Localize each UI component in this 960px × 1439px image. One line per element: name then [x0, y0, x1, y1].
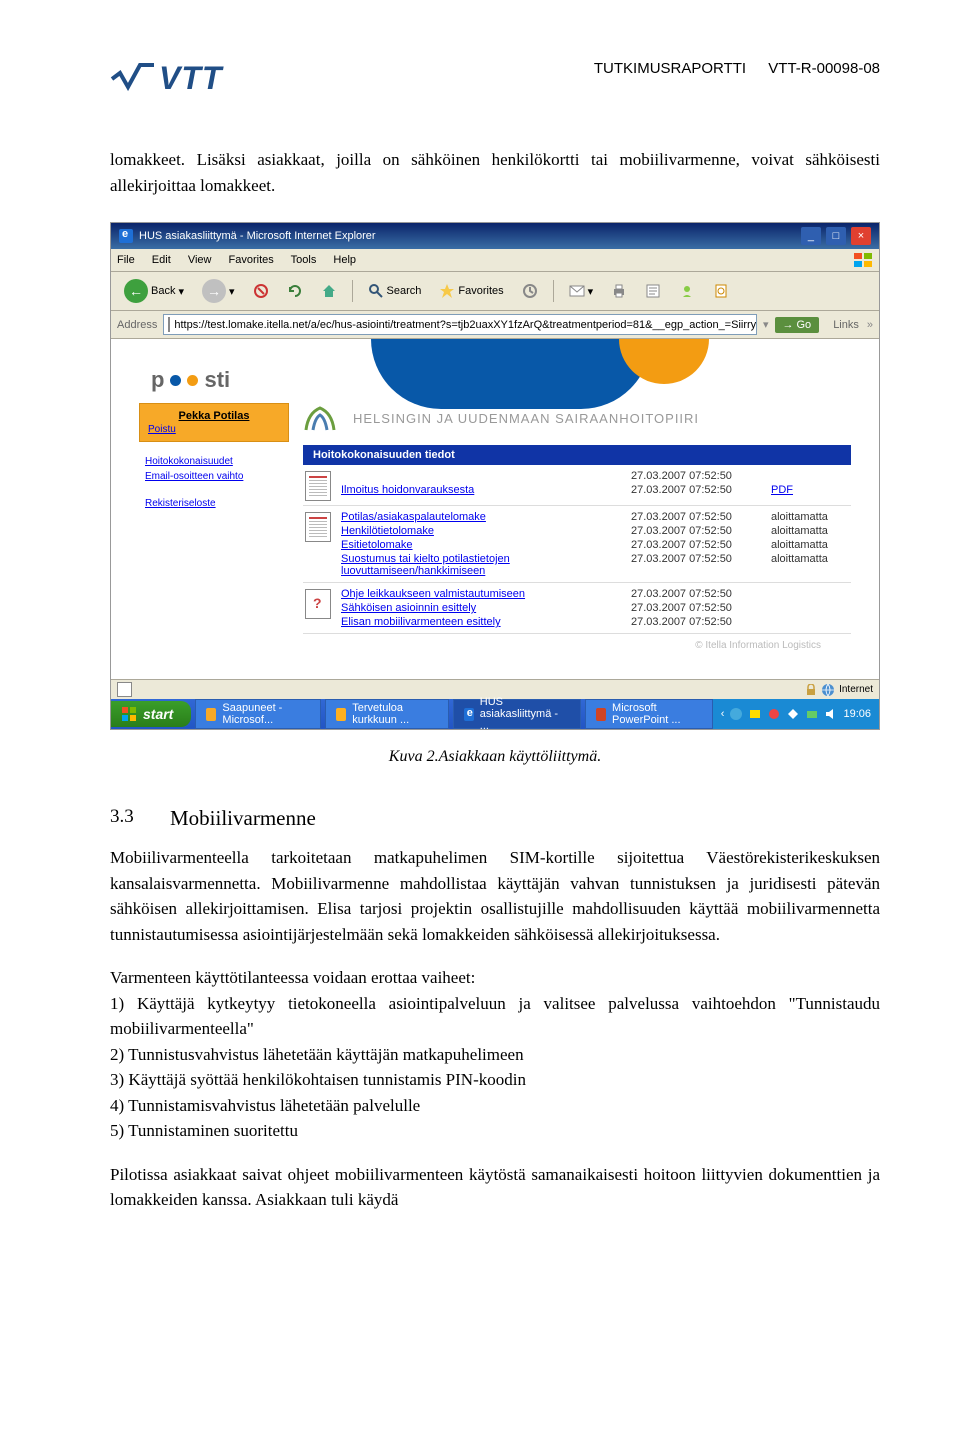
hus-title: HELSINGIN JA UUDENMAAN SAIRAANHOITOPIIRI — [353, 411, 699, 426]
back-button[interactable]: ← Back ▾ — [117, 276, 191, 306]
link-elisa[interactable]: Elisan mobiilivarmenteen esittely — [341, 616, 631, 628]
user-box: Pekka Potilas Poistu — [139, 403, 289, 442]
link-potilas[interactable]: Potilas/asiakaspalautelomake — [341, 511, 631, 523]
menu-file[interactable]: File — [117, 254, 135, 266]
body-step4: 4) Tunnistamisvahvistus lähetetään palve… — [110, 1093, 880, 1119]
stop-button[interactable] — [246, 280, 276, 302]
refresh-button[interactable] — [280, 280, 310, 302]
body-p2: Varmenteen käyttötilanteessa voidaan ero… — [110, 965, 880, 991]
lock-icon — [805, 684, 817, 696]
section-heading: 3.3 Mobiilivarmenne — [110, 806, 880, 831]
messenger-button[interactable] — [672, 280, 702, 302]
system-tray: ‹ 19:06 — [713, 699, 879, 729]
window-buttons: _ □ × — [799, 227, 871, 245]
link-ohje[interactable]: Ohje leikkaukseen valmistautumiseen — [341, 588, 631, 600]
link-sahkoisen[interactable]: Sähköisen asioinnin esittely — [341, 602, 631, 614]
body-step3: 3) Käyttäjä syöttää henkilökohtaisen tun… — [110, 1067, 880, 1093]
sidelink-rekisteri[interactable]: Rekisteriseloste — [145, 498, 283, 509]
logout-link[interactable]: Poistu — [148, 424, 280, 435]
link-henkilo[interactable]: Henkilötietolomake — [341, 525, 631, 537]
page-status-icon — [117, 682, 132, 697]
panel-title: Hoitokokonaisuuden tiedot — [303, 445, 851, 465]
tray-icon[interactable] — [767, 707, 781, 721]
menu-view[interactable]: View — [188, 254, 212, 266]
print-button[interactable] — [604, 280, 634, 302]
history-button[interactable] — [515, 280, 545, 302]
link-esitie[interactable]: Esitietolomake — [341, 539, 631, 551]
body-step2: 2) Tunnistusvahvistus lähetetään käyttäj… — [110, 1042, 880, 1068]
screenshot-figure: HUS asiakasliittymä - Microsoft Internet… — [110, 222, 880, 730]
menu-favorites[interactable]: Favorites — [229, 254, 274, 266]
body-p1: Mobiilivarmenteella tarkoitetaan matkapu… — [110, 845, 880, 947]
body-p3: Pilotissa asiakkaat saivat ohjeet mobiil… — [110, 1162, 880, 1213]
taskbar: start Saapuneet - Microsof... Tervetuloa… — [111, 699, 879, 729]
maximize-button[interactable]: □ — [826, 227, 846, 245]
vtt-logo: VTT — [110, 60, 222, 97]
window-titlebar: HUS asiakasliittymä - Microsoft Internet… — [111, 223, 879, 249]
task-folder[interactable]: Tervetuloa kurkkuun ... — [325, 699, 449, 729]
favorites-button[interactable]: Favorites — [432, 280, 510, 302]
home-button[interactable] — [314, 280, 344, 302]
tray-icon[interactable] — [729, 707, 743, 721]
menu-edit[interactable]: Edit — [152, 254, 171, 266]
mail-button[interactable]: ▾ — [562, 280, 601, 302]
task-ie-active[interactable]: HUS asiakasliittymä - ... — [453, 699, 581, 729]
link-ilmoitus[interactable]: Ilmoitus hoidonvarauksesta — [341, 484, 631, 496]
hus-logo-icon — [303, 403, 337, 433]
windows-flag-icon — [853, 252, 873, 268]
link-suostumus[interactable]: Suostumus tai kielto potilastietojen luo… — [341, 553, 631, 577]
tray-icon[interactable] — [786, 707, 800, 721]
address-bar: Address https://test.lomake.itella.net/a… — [111, 311, 879, 339]
go-button[interactable]: → Go — [775, 317, 820, 333]
edit-button[interactable] — [638, 280, 668, 302]
sidebar: Pekka Potilas Poistu Hoitokokonaisuudet … — [139, 403, 289, 671]
copyright-note: © Itella Information Logistics — [303, 634, 851, 671]
page-content: p sti Pekka Potilas Poistu Hoitokokonais… — [111, 339, 879, 679]
ie-icon — [119, 229, 133, 243]
menu-help[interactable]: Help — [333, 254, 356, 266]
start-button[interactable]: start — [111, 701, 191, 727]
page-header: VTT TUTKIMUSRAPORTTI VTT-R-00098-08 — [110, 60, 880, 97]
task-powerpoint[interactable]: Microsoft PowerPoint ... — [585, 699, 713, 729]
toolbar: ← Back ▾ → ▾ Search Favorites ▾ — [111, 272, 879, 311]
intro-paragraph: lomakkeet. Lisäksi asiakkaat, joilla on … — [110, 147, 880, 198]
url-field[interactable]: https://test.lomake.itella.net/a/ec/hus-… — [163, 314, 757, 335]
search-button[interactable]: Search — [361, 280, 429, 302]
close-button[interactable]: × — [851, 227, 871, 245]
sidelink-hoito[interactable]: Hoitokokonaisuudet — [145, 456, 283, 467]
minimize-button[interactable]: _ — [801, 227, 821, 245]
forward-button[interactable]: → ▾ — [195, 276, 242, 306]
document-icon — [305, 512, 331, 542]
help-document-icon — [305, 589, 331, 619]
document-icon — [305, 471, 331, 501]
menu-tools[interactable]: Tools — [291, 254, 317, 266]
links-button[interactable]: Links — [833, 319, 859, 331]
clock[interactable]: 19:06 — [843, 708, 871, 720]
user-name[interactable]: Pekka Potilas — [148, 410, 280, 422]
pdf-link[interactable]: PDF — [771, 484, 793, 496]
internet-zone-icon — [821, 683, 835, 697]
blue-arc-graphic — [371, 339, 651, 409]
volume-icon[interactable] — [824, 707, 838, 721]
menu-bar: File Edit View Favorites Tools Help — [111, 249, 879, 272]
figure-caption: Kuva 2.Asiakkaan käyttöliittymä. — [110, 748, 880, 766]
header-meta: TUTKIMUSRAPORTTI VTT-R-00098-08 — [576, 60, 880, 77]
page-icon — [168, 317, 170, 332]
tray-icon[interactable] — [805, 707, 819, 721]
research-button[interactable] — [706, 280, 736, 302]
task-outlook[interactable]: Saapuneet - Microsof... — [195, 699, 321, 729]
main-panel: HELSINGIN JA UUDENMAAN SAIRAANHOITOPIIRI… — [303, 403, 851, 671]
body-step1: 1) Käyttäjä kytkeytyy tietokoneella asio… — [110, 991, 880, 1042]
tray-icon[interactable] — [748, 707, 762, 721]
sidelink-email[interactable]: Email-osoitteen vaihto — [145, 471, 283, 482]
body-step5: 5) Tunnistaminen suoritettu — [110, 1118, 880, 1144]
